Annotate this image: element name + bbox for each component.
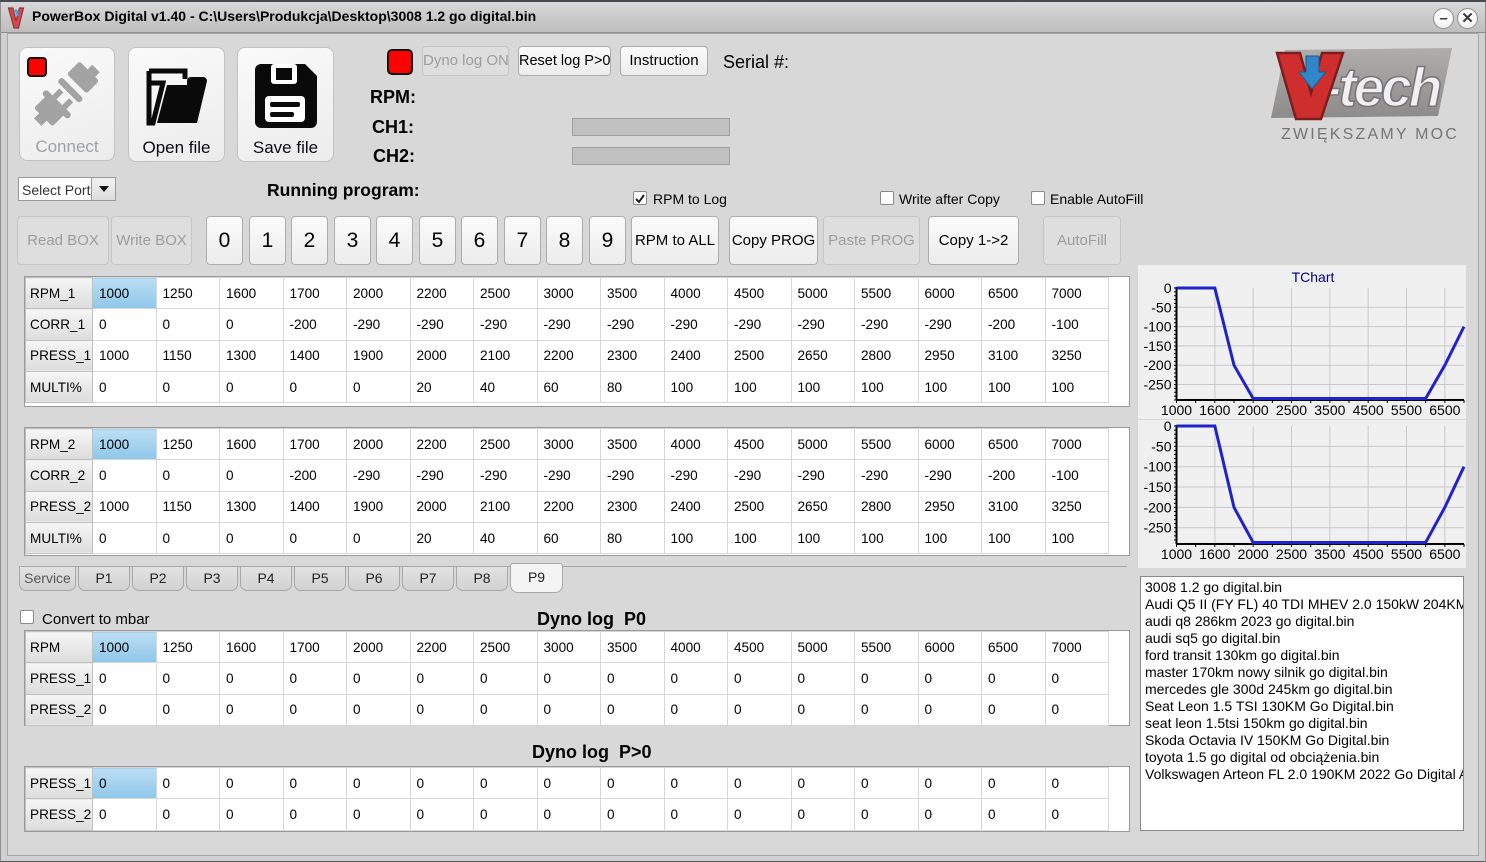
- svg-text:3500: 3500: [1314, 402, 1345, 418]
- svg-text:1000: 1000: [1161, 402, 1192, 418]
- svg-text:1600: 1600: [1199, 402, 1230, 418]
- svg-text:6500: 6500: [1429, 546, 1460, 562]
- svg-text:0: 0: [1164, 420, 1172, 434]
- svg-text:2500: 2500: [1276, 546, 1307, 562]
- svg-text:-100: -100: [1143, 319, 1171, 335]
- svg-text:-200: -200: [1143, 499, 1171, 515]
- svg-text:-250: -250: [1143, 520, 1171, 536]
- svg-text:4500: 4500: [1353, 546, 1384, 562]
- svg-text:-150: -150: [1143, 479, 1171, 495]
- svg-text:-150: -150: [1143, 338, 1171, 354]
- svg-text:TChart: TChart: [1292, 269, 1335, 285]
- svg-text:-100: -100: [1143, 459, 1171, 475]
- svg-text:-250: -250: [1143, 377, 1171, 393]
- svg-text:1000: 1000: [1161, 546, 1192, 562]
- svg-text:2000: 2000: [1238, 402, 1269, 418]
- svg-text:2000: 2000: [1238, 546, 1269, 562]
- svg-text:5500: 5500: [1391, 546, 1422, 562]
- svg-text:-50: -50: [1151, 438, 1171, 454]
- svg-text:2500: 2500: [1276, 402, 1307, 418]
- svg-text:1600: 1600: [1199, 546, 1230, 562]
- svg-text:3500: 3500: [1314, 546, 1345, 562]
- svg-text:0: 0: [1164, 280, 1172, 296]
- svg-text:-50: -50: [1151, 299, 1171, 315]
- svg-text:-200: -200: [1143, 357, 1171, 373]
- svg-text:6500: 6500: [1429, 402, 1460, 418]
- svg-text:4500: 4500: [1353, 402, 1384, 418]
- svg-text:-tech: -tech: [1323, 56, 1441, 118]
- svg-text:5500: 5500: [1391, 402, 1422, 418]
- svg-text:ZWIĘKSZAMY MOC: ZWIĘKSZAMY MOC: [1281, 126, 1459, 143]
